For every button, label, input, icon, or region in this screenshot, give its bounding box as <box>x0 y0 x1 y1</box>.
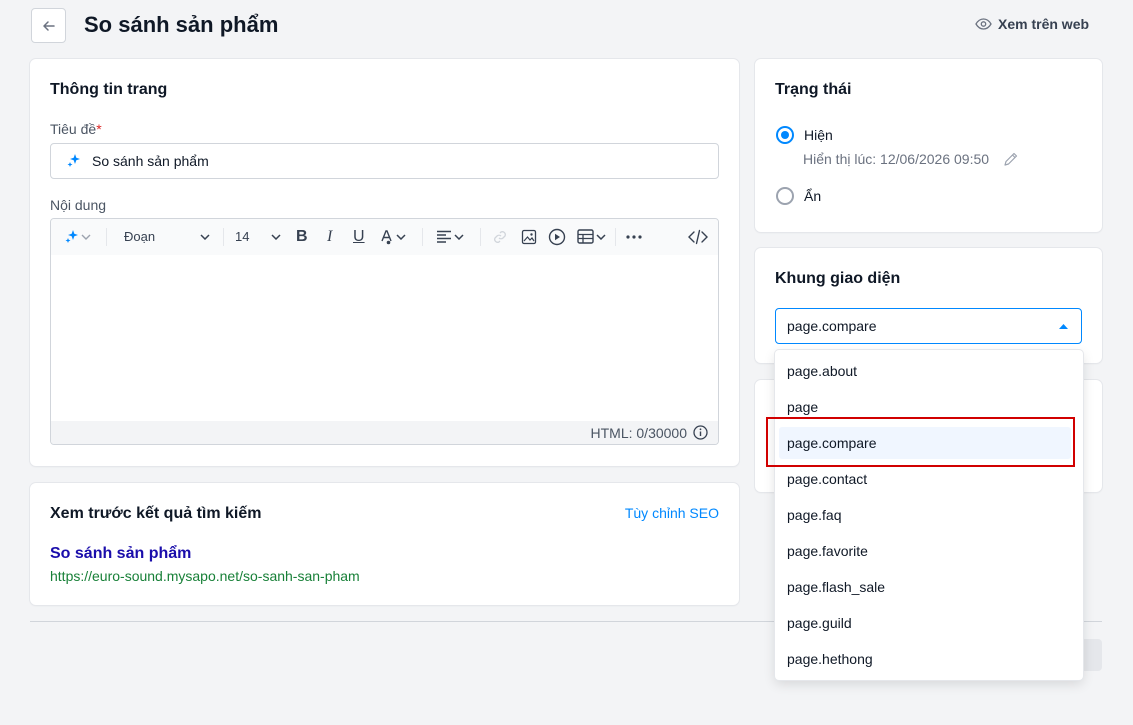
title-input[interactable]: So sánh sản phẩm <box>50 143 719 179</box>
title-input-value: So sánh sản phẩm <box>92 153 209 169</box>
template-select[interactable]: page.compare <box>775 308 1082 344</box>
paragraph-select[interactable]: Đoạn <box>124 229 212 244</box>
view-on-web-label: Xem trên web <box>998 16 1090 32</box>
caret-up-icon <box>1059 324 1068 329</box>
chevron-down-icon <box>271 234 281 240</box>
status-visible-time: Hiển thị lúc: 12/06/2026 09:50 <box>803 151 1018 167</box>
page-title: So sánh sản phẩm <box>84 12 279 37</box>
more-button[interactable] <box>626 235 642 239</box>
seo-preview-card: Xem trước kết quả tìm kiếm Tùy chỉnh SEO… <box>30 483 739 605</box>
page-info-title: Thông tin trang <box>50 81 168 98</box>
link-button[interactable] <box>493 230 507 244</box>
title-label: Tiêu đề* <box>50 121 102 137</box>
editor-toolbar: Đoạn 14 B I U <box>51 219 718 255</box>
template-option[interactable]: page.guild <box>779 607 1071 639</box>
chevron-down-icon <box>81 234 91 240</box>
visible-time-text: Hiển thị lúc: 12/06/2026 09:50 <box>803 151 990 167</box>
italic-icon: I <box>327 228 333 245</box>
status-visible-option[interactable]: Hiện <box>776 126 833 144</box>
ai-menu-button[interactable] <box>65 230 91 244</box>
html-counter: HTML: 0/30000 <box>590 424 688 441</box>
code-view-button[interactable] <box>688 229 708 245</box>
view-on-web-link[interactable]: Xem trên web <box>975 16 1089 32</box>
editor-footer: HTML: 0/30000 <box>51 421 718 444</box>
ai-sparkle-icon <box>67 154 80 167</box>
underline-icon: U <box>353 228 365 245</box>
paragraph-select-value: Đoạn <box>124 229 156 244</box>
template-card: Khung giao diện page.compare <box>755 248 1102 363</box>
chevron-down-icon <box>396 234 406 240</box>
radio-selected-icon <box>776 126 794 144</box>
font-size-value: 14 <box>235 229 250 244</box>
page-info-card: Thông tin trang Tiêu đề* So sánh sản phẩ… <box>30 59 739 466</box>
align-button[interactable] <box>436 230 464 243</box>
video-button[interactable] <box>548 228 566 246</box>
template-option[interactable]: page.flash_sale <box>779 571 1071 603</box>
table-icon <box>577 229 594 244</box>
chevron-down-icon <box>200 234 210 240</box>
seo-preview-page-title: So sánh sản phẩm <box>50 545 192 562</box>
template-option[interactable]: page.about <box>779 355 1071 387</box>
seo-preview-title: Xem trước kết quả tìm kiếm <box>50 505 262 522</box>
italic-button[interactable]: I <box>327 228 332 246</box>
radio-unselected-icon <box>776 187 794 205</box>
align-left-icon <box>437 230 451 243</box>
code-icon <box>688 229 708 245</box>
more-horizontal-icon <box>626 235 642 239</box>
seo-preview-url: https://euro-sound.mysapo.net/so-sanh-sa… <box>50 568 360 584</box>
eye-icon <box>975 18 992 30</box>
image-button[interactable] <box>521 229 537 245</box>
template-option[interactable]: page.hethong <box>779 643 1071 675</box>
template-select-value: page.compare <box>787 318 877 334</box>
back-button[interactable] <box>31 8 66 43</box>
underline-button[interactable]: U <box>353 228 365 246</box>
content-editor[interactable]: Đoạn 14 B I U HTML: 0/30000 <box>50 218 719 445</box>
customize-seo-link[interactable]: Tùy chỉnh SEO <box>625 505 719 521</box>
status-visible-label: Hiện <box>804 127 833 143</box>
text-color-icon <box>381 230 392 245</box>
info-icon <box>693 425 708 440</box>
ai-sparkle-icon <box>65 230 78 243</box>
image-icon <box>521 229 537 245</box>
status-hidden-label: Ẩn <box>804 188 822 204</box>
bold-button[interactable]: B <box>296 228 308 246</box>
link-icon <box>494 231 506 243</box>
content-label: Nội dung <box>50 197 107 213</box>
template-dropdown: page.about page page.compare page.contac… <box>775 350 1083 680</box>
status-title: Trạng thái <box>775 81 852 98</box>
template-option[interactable]: page.faq <box>779 499 1071 531</box>
template-title: Khung giao diện <box>775 270 901 287</box>
chevron-down-icon <box>596 233 606 240</box>
pencil-icon[interactable] <box>1003 152 1018 167</box>
font-size-select[interactable]: 14 <box>235 229 281 244</box>
status-hidden-option[interactable]: Ẩn <box>776 187 821 205</box>
arrow-left-icon <box>42 20 55 31</box>
bold-icon: B <box>296 228 308 245</box>
play-circle-icon <box>548 228 566 246</box>
table-button[interactable] <box>577 229 606 244</box>
template-option[interactable]: page.favorite <box>779 535 1071 567</box>
text-color-button[interactable] <box>380 229 406 245</box>
status-card: Trạng thái Hiện Hiển thị lúc: 12/06/2026… <box>755 59 1102 232</box>
highlight-box <box>766 417 1075 467</box>
template-option[interactable]: page.contact <box>779 463 1071 495</box>
chevron-down-icon <box>454 233 464 240</box>
